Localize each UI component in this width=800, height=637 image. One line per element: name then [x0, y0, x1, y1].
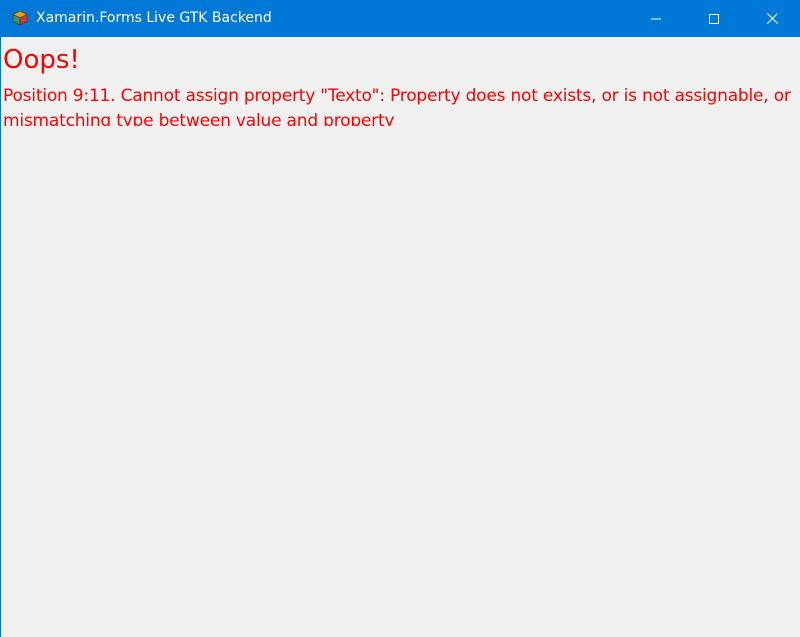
window-title: Xamarin.Forms Live GTK Backend	[36, 10, 272, 26]
error-message: Position 9:11. Cannot assign property "T…	[3, 86, 791, 126]
error-title: Oops!	[3, 45, 80, 75]
minimize-button[interactable]	[627, 0, 685, 37]
close-button[interactable]	[743, 0, 800, 37]
close-icon	[766, 9, 778, 28]
app-window: Xamarin.Forms Live GTK Backend Oops! Pos…	[0, 0, 800, 637]
caption-buttons	[627, 0, 800, 37]
maximize-button[interactable]	[685, 0, 743, 37]
page-content: Oops! Position 9:11. Cannot assign prope…	[1, 37, 800, 637]
minimize-icon	[651, 9, 661, 28]
title-bar[interactable]: Xamarin.Forms Live GTK Backend	[1, 0, 800, 37]
maximize-icon	[709, 9, 719, 28]
gtk-app-icon	[12, 10, 28, 26]
